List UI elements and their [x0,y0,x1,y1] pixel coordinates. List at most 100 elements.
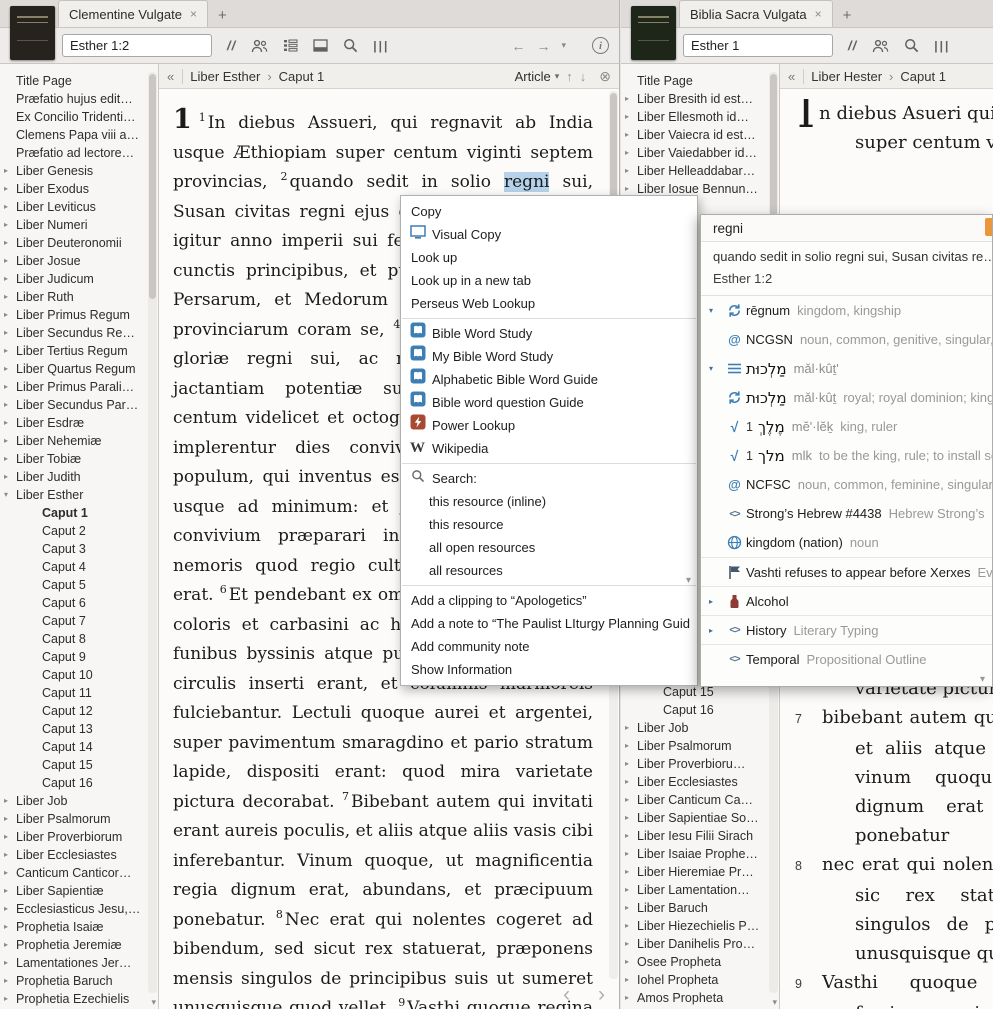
article-view-dropdown[interactable]: Article ▾ [515,69,560,84]
expand-triangle-icon[interactable]: ▸ [709,597,723,606]
sidebar-item[interactable]: ▸ Liber Canticum Ca… [621,791,779,809]
history-dropdown-icon[interactable]: ▾ [561,40,566,51]
expand-triangle-icon[interactable]: ▸ [4,216,15,234]
breadcrumb-book[interactable]: Liber Hester [811,69,882,84]
expand-triangle-icon[interactable]: ▸ [4,324,15,342]
new-tab-button[interactable]: + [833,7,862,27]
sidebar-item[interactable]: ▸ Liber Judith [0,468,158,486]
parallel-passages-icon[interactable]: // [848,39,857,52]
tab-clementine-vulgate[interactable]: Clementine Vulgate × [58,0,208,27]
expand-triangle-icon[interactable]: ▸ [625,126,636,144]
expand-triangle-icon[interactable]: ▸ [625,90,636,108]
sidebar-item[interactable]: ▸ Liber Exodus [0,180,158,198]
context-menu-item[interactable]: Bible word question Guide [401,391,697,414]
parallel-passages-icon[interactable]: // [227,39,236,52]
sidebar-scroll-down-icon[interactable]: ▾ [772,997,777,1008]
sidebar-item[interactable]: ▸ Liber Lamentation… [621,881,779,899]
popup-reference[interactable]: Esther 1:2 [701,265,992,296]
context-menu-item[interactable]: Search: [401,467,697,490]
expand-triangle-icon[interactable]: ▸ [4,954,15,972]
sidebar-item[interactable]: Title Page [0,72,158,90]
expand-triangle-icon[interactable]: ▸ [4,198,15,216]
expand-triangle-icon[interactable]: ▸ [625,108,636,126]
search-icon[interactable] [904,38,919,53]
sidebar-item[interactable]: ▸ Liber Psalmorum [621,737,779,755]
expand-triangle-icon[interactable]: ▸ [4,468,15,486]
scrollbar-thumb[interactable] [149,74,156,299]
sidebar-item[interactable]: ▸ Liber Secundus Par… [0,396,158,414]
sidebar-item[interactable]: Caput 3 [0,540,158,558]
expand-triangle-icon[interactable]: ▸ [625,755,636,773]
page-previous-icon[interactable]: ‹ [563,983,570,1006]
sidebar-item[interactable]: Clemens Papa viii a… [0,126,158,144]
sidebar-item[interactable]: ▸ Liber Josue [0,252,158,270]
sidebar-item[interactable]: ▸ Liber Ecclesiastes [621,773,779,791]
expand-triangle-icon[interactable]: ▸ [4,918,15,936]
sidebar-item[interactable]: ▸ Liber Hiezechielis P… [621,917,779,935]
sidebar-item[interactable]: ▸ Liber Nehemiæ [0,432,158,450]
sidebar-item[interactable]: Caput 6 [0,594,158,612]
sidebar-item[interactable]: ▸ Amos Propheta [621,989,779,1007]
expand-triangle-icon[interactable]: ▸ [4,864,15,882]
info-row[interactable]: @ NCFSC noun, common, feminine, singular, … [701,470,992,499]
sidebar-item[interactable]: Caput 4 [0,558,158,576]
sidebar-item[interactable]: ▸ Liber Job [621,719,779,737]
context-menu-item[interactable]: this resource (inline) [401,490,697,513]
info-row[interactable]: מַלְכוּת mǎl·kûṯ royal; royal dominion; ki… [701,383,992,412]
sidebar-item[interactable]: ▸ Liber Deuteronomii [0,234,158,252]
previous-article-button[interactable]: ↑ [566,69,573,84]
breadcrumb-chapter[interactable]: Caput 1 [279,69,325,84]
sidebar-item[interactable]: Caput 11 [0,684,158,702]
sidebar-item[interactable]: Caput 10 [0,666,158,684]
context-menu-item[interactable]: all open resources [401,536,697,559]
expand-triangle-icon[interactable]: ▸ [625,827,636,845]
context-menu-item[interactable]: Power Lookup [401,414,697,437]
expand-triangle-icon[interactable]: ▸ [4,234,15,252]
sidebar-item[interactable]: ▸ Liber Baruch [621,899,779,917]
expand-triangle-icon[interactable]: ▸ [4,162,15,180]
expand-triangle-icon[interactable]: ▸ [4,450,15,468]
collapse-triangle-icon[interactable]: ▾ [4,486,15,504]
collapse-triangle-icon[interactable]: ▾ [709,364,723,373]
display-settings-icon[interactable] [313,39,328,52]
sidebar-item[interactable]: Caput 12 [0,702,158,720]
sidebar-item[interactable]: ▸ Liber Judicum [0,270,158,288]
columns-icon[interactable]: ||| [934,40,950,52]
sidebar-item[interactable]: ▸ Lamentationes Jer… [0,954,158,972]
expand-triangle-icon[interactable]: ▸ [625,899,636,917]
sidebar-item[interactable]: Caput 16 [0,774,158,792]
expand-triangle-icon[interactable]: ▸ [4,378,15,396]
expand-triangle-icon[interactable]: ▸ [625,719,636,737]
expand-triangle-icon[interactable]: ▸ [625,863,636,881]
context-menu-item[interactable]: Show Information [401,658,697,681]
expand-triangle-icon[interactable]: ▸ [625,989,636,1007]
expand-triangle-icon[interactable]: ▸ [4,306,15,324]
breadcrumb-chapter[interactable]: Caput 1 [900,69,946,84]
context-menu-item[interactable]: W Wikipedia [401,437,697,460]
sidebar-item[interactable]: Ex Concilio Tridenti… [0,108,158,126]
expand-triangle-icon[interactable]: ▸ [625,791,636,809]
context-menu-item[interactable]: Look up in a new tab [401,269,697,292]
expand-triangle-icon[interactable]: ▸ [4,432,15,450]
expand-triangle-icon[interactable]: ▸ [625,917,636,935]
forward-icon[interactable]: → [536,38,550,54]
context-menu-item[interactable]: Visual Copy [401,223,697,246]
expand-triangle-icon[interactable]: ▸ [625,935,636,953]
sidebar-item[interactable]: ▸ Liber Esdræ [0,414,158,432]
info-row[interactable]: √ 1 מלך mlk to be the king, rule; to install… [701,441,992,470]
sidebar-item[interactable]: ▸ Liber Vaiedabber id… [621,144,779,162]
back-icon[interactable]: ← [511,38,525,54]
info-row[interactable]: √ 1 מֶלֶךְ mĕ'·lĕḵ king, ruler [701,412,992,441]
context-menu-item[interactable]: My Bible Word Study [401,345,697,368]
breadcrumb-book[interactable]: Liber Esther [190,69,260,84]
next-article-button[interactable]: ↓ [580,69,587,84]
sidebar-item[interactable]: ▸ Prophetia Ezechielis [0,990,158,1008]
sidebar-item[interactable]: ▸ Prophetia Baruch [0,972,158,990]
sidebar-item[interactable]: ▸ Liber Ecclesiastes [0,846,158,864]
expand-triangle-icon[interactable]: ▸ [625,971,636,989]
expand-triangle-icon[interactable]: ▸ [625,737,636,755]
sidebar-item[interactable]: ▸ Liber Proverbioru… [621,755,779,773]
close-pane-icon[interactable]: ⊗ [599,68,611,85]
context-menu-item[interactable]: Add community note [401,635,697,658]
sidebar-item[interactable]: ▸ Liber Psalmorum [0,810,158,828]
